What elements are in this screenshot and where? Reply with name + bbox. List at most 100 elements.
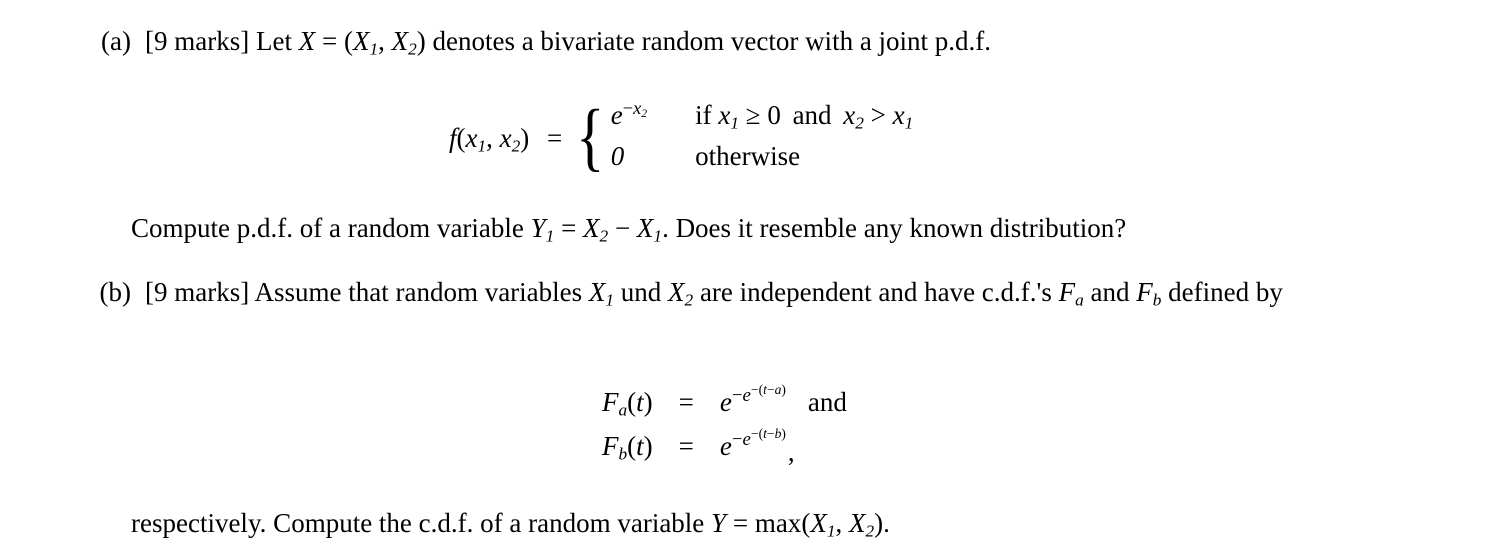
cdf-b-inner-minus2: − <box>766 425 775 441</box>
item-b-X1-subscript: 1 <box>605 290 615 310</box>
pdf-close-paren: ) <box>520 122 530 153</box>
cdf-a-base-e: e <box>719 387 732 417</box>
pdf-x1-subscript: 1 <box>477 135 487 155</box>
item-b-X2-subscript: 2 <box>684 290 694 310</box>
pdf-display-equation: f(x1, x2) = { e−x2 if x1 ≥ 0 and x2 > x1… <box>449 97 913 179</box>
cdf-b-outer-minus: − <box>731 428 743 450</box>
case-1-cond-x1-subscript: 1 <box>730 113 739 133</box>
cdf-a-lhs: Fa(t) <box>602 381 653 425</box>
cdf-a-open-paren: ( <box>627 387 637 417</box>
cdf-a-inner-exponent: −(t−a) <box>751 382 786 397</box>
cases-row-2: 0 otherwise <box>611 138 914 179</box>
case-1-cond-geq: ≥ <box>745 100 761 130</box>
case-1-cond-and: and <box>792 100 832 130</box>
cdf-b-inner-exponent: −(t−b) <box>751 426 786 441</box>
pdf-f: f <box>449 122 457 153</box>
final-X2: X <box>848 508 866 538</box>
pdf-x1: x <box>465 122 478 153</box>
vector-open-paren: ( <box>343 26 353 56</box>
math-X1-subscript: 1 <box>369 39 379 59</box>
question-item-a: (a) [9 marks] Let X = (X1, X2) denotes a… <box>75 26 1400 59</box>
math-X2-subscript: 2 <box>408 39 417 59</box>
case-1-cond-zero: 0 <box>767 100 781 130</box>
compute-suffix: . Does it resemble any known distributio… <box>662 213 1127 243</box>
item-b-Fb-subscript: b <box>1152 290 1162 310</box>
math-Y1-subscript: 1 <box>545 226 555 246</box>
respectively-prefix: respectively. Compute the c.d.f. of a ra… <box>131 508 705 538</box>
compute-X2-subscript: 2 <box>599 226 609 246</box>
pdf-x2: x <box>499 122 512 153</box>
cases-block: e−x2 if x1 ≥ 0 and x2 > x1 0 otherwise <box>611 97 914 179</box>
cdf-b-relation: = <box>678 431 694 461</box>
cdf-b-F-subscript: b <box>618 444 628 464</box>
case-1-value: e−x2 <box>611 97 695 138</box>
item-b-text2: are independent and have c.d.f.'s <box>699 277 1052 307</box>
item-a-body: [9 marks] Let X = (X1, X2) denotes a biv… <box>145 26 1400 59</box>
item-a-intro: Let <box>255 26 292 56</box>
case-1-exponent: −x2 <box>623 98 648 121</box>
cdf-b-close-paren: ) <box>643 431 653 461</box>
item-b-X1: X <box>588 277 606 307</box>
item-b-body: [9 marks] Assume that random variables X… <box>145 277 1403 310</box>
case-2-condition: otherwise <box>695 141 801 171</box>
cases-brace: { <box>576 95 605 180</box>
item-b-und: und <box>620 277 662 307</box>
case-1-cond-x1b: x <box>892 100 905 130</box>
cdf-b-open-paren: ( <box>627 431 637 461</box>
item-b-text3: defined by <box>1168 277 1283 307</box>
final-period: . <box>883 508 890 538</box>
pdf-comma: , <box>486 122 493 153</box>
item-b-X2: X <box>668 277 685 307</box>
case-1-cond-x1b-subscript: 1 <box>904 113 914 133</box>
cdf-a-inner-minus2: − <box>766 381 775 397</box>
cdf-b-outer-e: e <box>742 428 751 450</box>
item-b-marks: [9 marks] <box>145 277 250 307</box>
cdf-b-inner-minus: − <box>750 425 759 441</box>
case-1-cond-gt: > <box>870 100 886 130</box>
cdf-b-arg: t <box>636 431 644 461</box>
cdf-b-base-e: e <box>719 431 732 461</box>
item-b-Fa: F <box>1058 277 1076 307</box>
cdf-b-outer-exponent: −e−(t−b) <box>731 426 786 450</box>
question-item-b: (b) [9 marks] Assume that random variabl… <box>75 277 1403 310</box>
vector-comma: , <box>378 26 385 56</box>
pdf-x2-subscript: 2 <box>511 135 521 155</box>
case-1-exp-var: x <box>633 98 642 119</box>
cdf-a-outer-minus: − <box>731 384 743 406</box>
item-b-label: (b) <box>99 277 131 307</box>
final-equals: = <box>732 508 749 538</box>
case-1-if: if <box>695 100 712 130</box>
cdf-a-rhs: e−e−(t−a) and <box>720 381 847 425</box>
compute-X1-subscript: 1 <box>653 226 663 246</box>
math-Y1: Y <box>530 213 546 243</box>
vector-close-paren: ) <box>416 26 426 56</box>
case-1-exp-subscript: 2 <box>641 107 648 121</box>
cdf-equation-row-a: Fa(t) = e−e−(t−a) and <box>602 381 847 425</box>
max-close-paren: ) <box>874 508 884 538</box>
max-open-paren: ( <box>801 508 811 538</box>
document-page: (a) [9 marks] Let X = (X1, X2) denotes a… <box>0 0 1496 556</box>
case-2-value: 0 <box>610 141 625 171</box>
final-Y: Y <box>711 508 727 538</box>
math-X2: X <box>391 26 409 56</box>
pdf-lhs: f(x1, x2) = <box>449 122 572 155</box>
item-a-label: (a) <box>101 26 131 56</box>
case-1-e: e <box>610 100 623 130</box>
math-equals: = <box>321 26 338 56</box>
cdf-a-trailing-and: and <box>807 387 847 417</box>
case-1-cond-x2-subscript: 2 <box>855 113 864 133</box>
compute-prefix: Compute p.d.f. of a random variable <box>131 213 524 243</box>
max-comma: , <box>835 508 843 538</box>
final-X1: X <box>810 508 827 538</box>
math-X: X <box>298 26 316 56</box>
case-1-cond-x2: x <box>843 100 856 130</box>
cdf-a-close-paren: ) <box>643 387 653 417</box>
cdf-b-lhs: Fb(t) <box>602 425 653 475</box>
cdf-a-relation: = <box>678 387 694 417</box>
compute-equals: = <box>561 213 577 243</box>
max-operator: max <box>754 508 802 538</box>
respectively-instruction: respectively. Compute the c.d.f. of a ra… <box>131 508 1401 540</box>
pdf-open-paren: ( <box>456 122 466 153</box>
cdf-equation-row-b: Fb(t) = e−e−(t−b), <box>602 425 847 475</box>
cdf-a-nested-exponential: e−e−(t−a) <box>719 383 786 417</box>
